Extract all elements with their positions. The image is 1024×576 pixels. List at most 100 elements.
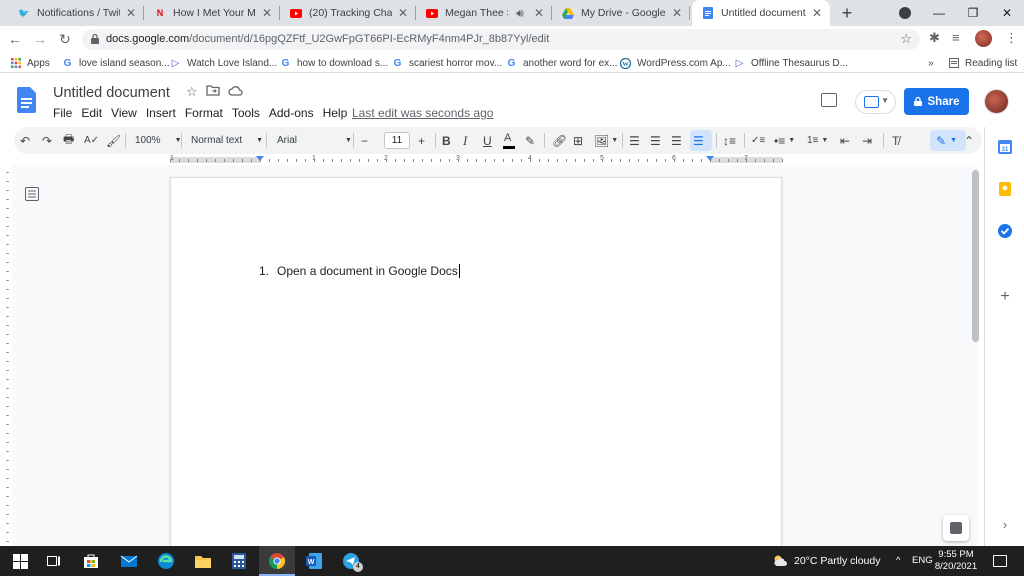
address-bar[interactable]: docs.google.com/document/d/16pgQZFtf_U2G… — [82, 29, 920, 50]
decrease-indent-icon[interactable]: ⇤ — [840, 127, 850, 154]
clear-formatting-icon[interactable]: T̸ — [892, 127, 899, 154]
back-arrow-icon[interactable]: ← — [6, 30, 24, 48]
minimize-button[interactable]: — — [922, 6, 956, 20]
insert-link-icon[interactable]: 🔗︎ — [552, 127, 567, 154]
input-language-indicator[interactable]: ENG — [912, 555, 933, 566]
comment-history-icon[interactable] — [821, 93, 837, 107]
document-title[interactable]: Untitled document — [53, 85, 170, 101]
tab-search-icon[interactable] — [899, 7, 911, 19]
align-right-icon[interactable]: ☰ — [671, 127, 682, 154]
browser-tab-youtube-tracking[interactable]: (20) Tracking Changes ✕ — [280, 0, 416, 26]
bookmark-apps[interactable]: Apps — [10, 55, 50, 71]
menu-file[interactable]: File — [53, 106, 72, 120]
google-docs-logo-icon[interactable] — [17, 87, 36, 113]
browser-tab-google-drive[interactable]: My Drive - Google Drive ✕ — [552, 0, 690, 26]
show-hidden-icons-chevron[interactable]: ^ — [896, 555, 900, 566]
increase-indent-icon[interactable]: ⇥ — [862, 127, 872, 154]
redo-icon[interactable]: ↷ — [42, 127, 52, 154]
undo-icon[interactable]: ↶ — [20, 127, 30, 154]
media-control-icon[interactable]: ≡ — [952, 30, 960, 45]
document-page[interactable]: 1. Open a document in Google Docs — [170, 177, 782, 576]
close-icon[interactable]: ✕ — [124, 6, 138, 20]
close-window-button[interactable]: ✕ — [990, 6, 1024, 20]
document-outline-icon[interactable] — [25, 187, 39, 201]
forward-arrow-icon[interactable]: → — [31, 30, 49, 48]
share-button[interactable]: Share — [904, 88, 969, 115]
close-icon[interactable]: ✕ — [396, 6, 410, 20]
insert-image-icon[interactable]: 🖼︎ ▼ — [594, 127, 618, 154]
font-size-input[interactable]: 11 — [384, 132, 410, 149]
google-calendar-icon[interactable]: 31 — [997, 139, 1013, 155]
microsoft-store-icon[interactable] — [82, 552, 100, 570]
browser-tab-twitter[interactable]: 🐦 Notifications / Twitter ✕ — [8, 0, 144, 26]
menu-view[interactable]: View — [111, 106, 137, 120]
print-icon[interactable]: 🖶︎ — [63, 127, 74, 154]
reload-icon[interactable]: ↻ — [56, 30, 74, 48]
checklist-icon[interactable]: ✓≡ — [751, 127, 765, 154]
align-left-icon[interactable]: ☰ — [629, 127, 640, 154]
bookmark-item[interactable]: G scariest horror mov... — [392, 55, 503, 71]
audio-playing-icon[interactable]: 🔊︎ — [512, 6, 528, 21]
vertical-scrollbar[interactable] — [972, 170, 979, 342]
decrease-font-size-button[interactable]: − — [361, 127, 368, 154]
star-icon[interactable]: ☆ — [186, 84, 198, 100]
new-tab-button[interactable]: + — [836, 2, 858, 24]
text-color-icon[interactable]: A — [504, 127, 511, 154]
bookmark-item[interactable]: G another word for ex... — [506, 55, 618, 71]
paint-format-icon[interactable]: 🖌︎ — [106, 127, 121, 154]
restore-button[interactable]: ❐ — [956, 6, 990, 20]
menu-help[interactable]: Help — [323, 106, 348, 120]
browser-tab-google-docs[interactable]: Untitled document - Google Docs ✕ — [692, 0, 830, 26]
add-comment-icon[interactable]: ⊞ — [573, 127, 583, 154]
task-view-icon[interactable] — [47, 554, 61, 568]
bookmark-star-icon[interactable]: ☆ — [900, 31, 912, 47]
numbered-list-icon[interactable]: 1≡ ▼ — [807, 127, 828, 154]
get-add-ons-plus-icon[interactable]: + — [997, 289, 1013, 305]
bookmark-item[interactable]: ▷ Watch Love Island... — [170, 55, 278, 71]
google-tasks-icon[interactable] — [997, 223, 1013, 239]
reading-list-button[interactable]: Reading list — [948, 55, 1017, 71]
file-explorer-icon[interactable] — [194, 552, 212, 570]
bulleted-list-icon[interactable]: •≡ ▼ — [774, 127, 795, 154]
explore-button[interactable] — [943, 515, 969, 541]
menu-add-ons[interactable]: Add-ons — [269, 106, 314, 120]
hide-menus-chevron-up-icon[interactable]: ⌃ — [964, 127, 974, 154]
italic-icon[interactable]: I — [463, 127, 467, 154]
zoom-select[interactable]: 100% ▼ — [135, 127, 182, 154]
present-button[interactable]: ▼ — [855, 90, 896, 114]
cloud-status-icon[interactable] — [228, 84, 243, 100]
edge-browser-icon[interactable] — [157, 552, 175, 570]
move-folder-icon[interactable] — [206, 84, 220, 100]
line-spacing-icon[interactable]: ↕≡ — [723, 127, 736, 154]
align-justify-icon[interactable]: ☰ — [693, 127, 704, 154]
close-icon[interactable]: ✕ — [532, 6, 546, 20]
menu-tools[interactable]: Tools — [232, 106, 260, 120]
weather-widget[interactable]: 20°C Partly cloudy — [772, 554, 881, 567]
chrome-taskbar-button[interactable] — [259, 546, 295, 576]
bookmark-item[interactable]: G how to download s... — [280, 55, 389, 71]
bookmarks-overflow-button[interactable]: » — [928, 55, 934, 71]
bookmark-item[interactable]: ▷ Offline Thesaurus D... — [734, 55, 848, 71]
system-clock[interactable]: 9:55 PM 8/20/2021 — [933, 549, 979, 573]
close-icon[interactable]: ✕ — [810, 6, 824, 20]
list-item[interactable]: 1. Open a document in Google Docs — [259, 264, 461, 278]
last-edit-link[interactable]: Last edit was seconds ago — [352, 106, 493, 120]
spellcheck-icon[interactable]: A✓ — [84, 127, 99, 154]
google-keep-icon[interactable] — [997, 181, 1013, 197]
close-icon[interactable]: ✕ — [670, 6, 684, 20]
paragraph-style-select[interactable]: Normal text ▼ — [191, 127, 263, 154]
browser-tab-youtube-megan[interactable]: Megan Thee Stallion 🔊︎ ✕ — [416, 0, 552, 26]
browser-tab-netflix[interactable]: N How I Met Your Mother ✕ — [144, 0, 280, 26]
highlight-color-icon[interactable]: ✎ — [525, 127, 535, 154]
chrome-profile-avatar[interactable] — [975, 30, 992, 47]
bold-icon[interactable]: B — [442, 127, 451, 154]
bookmark-item[interactable]: W WordPress.com Ap... — [620, 55, 731, 71]
action-center-icon[interactable] — [993, 555, 1007, 567]
menu-insert[interactable]: Insert — [146, 106, 176, 120]
microsoft-word-icon[interactable]: W — [305, 552, 323, 570]
bookmark-item[interactable]: G love island season... — [62, 55, 170, 71]
menu-format[interactable]: Format — [185, 106, 223, 120]
menu-edit[interactable]: Edit — [81, 106, 102, 120]
account-avatar[interactable] — [984, 89, 1009, 114]
windows-start-icon[interactable] — [13, 554, 28, 569]
